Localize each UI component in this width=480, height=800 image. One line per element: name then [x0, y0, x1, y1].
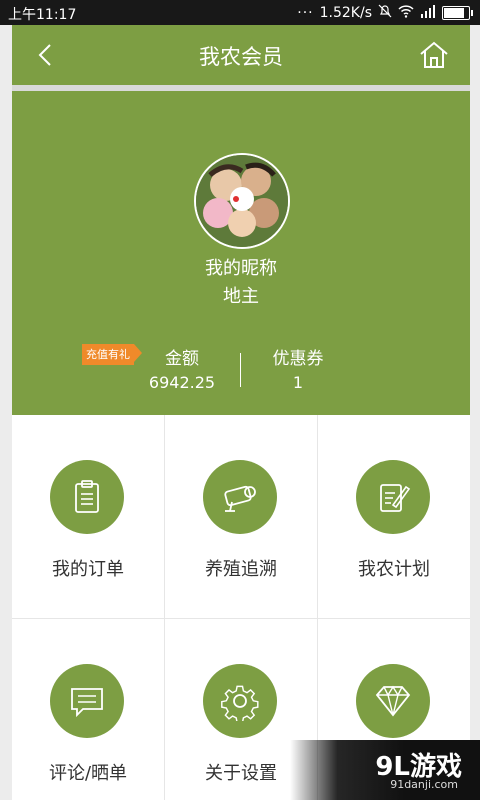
status-time: 上午11:17: [8, 7, 77, 23]
menu-label: 我农计划: [358, 559, 430, 580]
plan-edit-icon: [356, 460, 430, 534]
avatar[interactable]: [194, 153, 290, 249]
diamond-icon: [356, 664, 430, 738]
menu-item-orders[interactable]: 我的订单: [12, 415, 164, 617]
comment-icon: [50, 664, 124, 738]
order-clipboard-icon: [50, 460, 124, 534]
signal-icon: [420, 4, 436, 22]
mute-icon: [378, 4, 392, 22]
settings-gear-icon: [203, 664, 277, 738]
network-speed: 1.52K/s: [319, 5, 372, 21]
camera-trace-icon: [203, 460, 277, 534]
member-level: 地主: [223, 286, 259, 307]
menu-label: 我的订单: [52, 559, 124, 580]
amount-value: 6942.25: [148, 373, 216, 392]
coupon-value: 1: [292, 373, 304, 392]
menu-item-trace[interactable]: 养殖追溯: [165, 415, 317, 617]
profile-panel: 我的昵称 地主 充值有礼 金额 6942.25 优惠券 1: [12, 91, 470, 415]
grid-divider: [12, 618, 470, 619]
watermark-logo: 9L游戏 91danji.com: [290, 740, 480, 800]
battery-icon: [442, 6, 473, 20]
grid-divider: [164, 415, 165, 800]
menu-label: 评论/晒单: [48, 763, 128, 784]
page-title: 我农会员: [199, 45, 283, 69]
status-bar: 上午11:17 ··· 1.52K/s: [0, 0, 480, 25]
coupon-count[interactable]: 优惠券 1: [238, 344, 358, 392]
balance-amount[interactable]: 金额 6942.25: [122, 344, 242, 392]
status-dots: ···: [297, 5, 314, 21]
menu-item-comments[interactable]: 评论/晒单: [12, 619, 164, 800]
wifi-icon: [398, 4, 414, 22]
menu-item-plan[interactable]: 我农计划: [318, 415, 470, 617]
watermark-url: 91danji.com: [390, 778, 458, 791]
home-icon[interactable]: [418, 39, 450, 71]
status-icons: ··· 1.52K/s: [297, 4, 473, 22]
amount-label: 金额: [165, 349, 199, 369]
header-bar: 我农会员: [12, 25, 470, 85]
coupon-label: 优惠券: [272, 349, 324, 369]
app-screen: 我农会员 我的昵称 地主 充值有礼 金额 6942.25 优惠券 1 我的订单 …: [12, 25, 470, 800]
menu-label: 养殖追溯: [205, 559, 277, 580]
nickname: 我的昵称: [205, 258, 277, 279]
